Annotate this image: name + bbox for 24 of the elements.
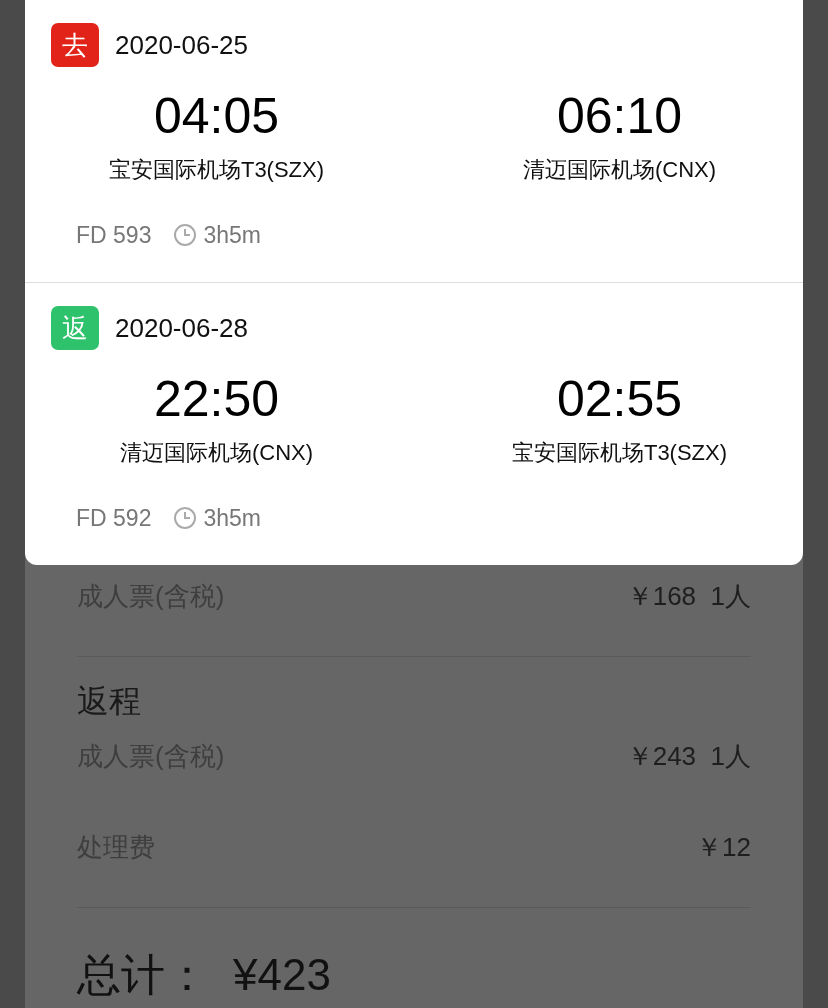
flight-date: 2020-06-28 [115, 311, 248, 345]
arrival-time: 02:55 [556, 371, 683, 427]
total-amount: ¥423 [233, 950, 331, 999]
fare-price: ￥168 1人 [626, 580, 751, 613]
flight-duration: 3h5m [203, 504, 261, 533]
arrival-airport: 清迈国际机场(CNX) [522, 157, 717, 182]
clock-icon [173, 223, 198, 248]
section-title: 返程 [77, 683, 141, 719]
departure-airport: 宝安国际机场T3(SZX) [108, 157, 325, 182]
total-label: 总计： [77, 950, 209, 999]
flight-number: FD 593 [76, 221, 152, 250]
flight-number: FD 592 [76, 504, 152, 533]
fare-price: ￥12 [696, 831, 751, 864]
clock-icon [173, 506, 198, 531]
arrival-airport: 宝安国际机场T3(SZX) [511, 440, 728, 465]
flight-duration: 3h5m [203, 221, 261, 250]
fare-price: ￥243 1人 [626, 740, 751, 773]
arrival-time: 06:10 [556, 88, 683, 144]
flight-date: 2020-06-25 [115, 28, 248, 62]
leg-tag: 返 [51, 306, 99, 350]
departure-airport: 清迈国际机场(CNX) [119, 440, 314, 465]
departure-time: 04:05 [153, 88, 280, 144]
leg-tag: 去 [51, 23, 99, 67]
departure-time: 22:50 [153, 371, 280, 427]
